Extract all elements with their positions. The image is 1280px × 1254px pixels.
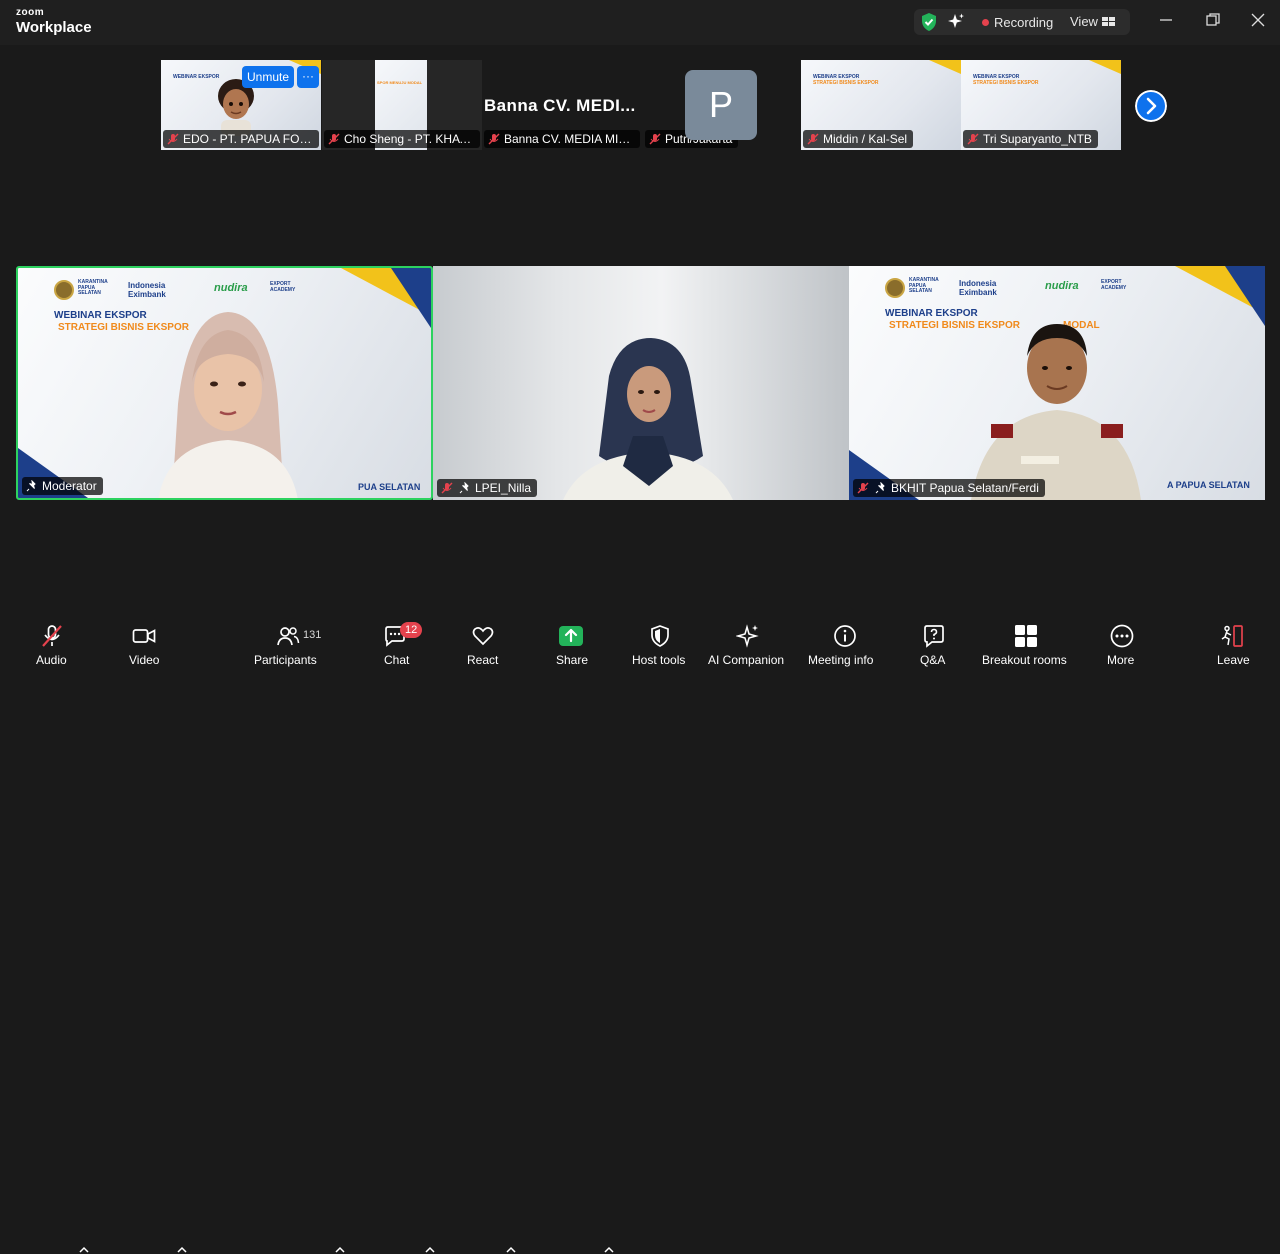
brand-small: zoom xyxy=(16,7,45,18)
title-bar: zoom Workplace Recording View xyxy=(0,0,1280,45)
react-button[interactable]: React xyxy=(462,614,506,671)
muted-mic-icon xyxy=(42,625,62,647)
participant-name: EDO - PT. PAPUA FOR... xyxy=(163,130,319,148)
pin-icon xyxy=(459,482,469,494)
share-label: Share xyxy=(556,653,589,667)
view-button[interactable]: View xyxy=(1070,14,1098,29)
audio-button[interactable]: Audio xyxy=(30,614,74,671)
webinar-title: WEBINAR EKSPOR xyxy=(54,310,147,321)
muted-mic-icon xyxy=(441,482,453,494)
grid-view-icon[interactable] xyxy=(1102,17,1115,27)
participant-video xyxy=(158,312,298,498)
ai-companion-sparkle-icon[interactable] xyxy=(946,12,966,32)
participant-name: LPEI_Nilla xyxy=(437,479,538,497)
muted-mic-icon xyxy=(807,133,819,145)
meeting-info-label: Meeting info xyxy=(808,653,874,667)
participant-video xyxy=(563,338,733,500)
minimize-icon[interactable] xyxy=(1158,12,1174,28)
video-tile[interactable]: LPEI_Nilla xyxy=(433,266,849,500)
qa-label: Q&A xyxy=(920,653,946,667)
participant-thumbnail[interactable]: WEBINAR EKSPOR STRATEGI BISNIS EKSPOR Mi… xyxy=(801,60,961,150)
participant-video xyxy=(971,324,1141,500)
ai-companion-label: AI Companion xyxy=(708,653,785,667)
recording-dot-icon xyxy=(982,19,989,26)
unmute-button[interactable]: Unmute xyxy=(242,66,294,88)
brand-large: Workplace xyxy=(16,19,92,36)
share-screen-icon xyxy=(559,626,583,646)
qa-icon xyxy=(924,625,944,648)
video-camera-icon xyxy=(132,629,156,643)
heart-icon xyxy=(472,627,494,646)
chat-button[interactable]: 12 Chat xyxy=(380,614,424,671)
muted-mic-icon xyxy=(967,133,979,145)
qa-button[interactable]: Q&A xyxy=(912,614,956,671)
info-icon xyxy=(834,625,856,647)
meeting-status-pill: Recording View xyxy=(914,9,1130,35)
audio-label: Audio xyxy=(36,653,67,667)
participant-name: Middin / Kal-Sel xyxy=(803,130,914,148)
participant-name: BKHIT Papua Selatan/Ferdi xyxy=(853,479,1045,497)
audio-options-chevron-up-icon[interactable] xyxy=(79,1246,89,1254)
participant-name: Tri Suparyanto_NTB xyxy=(963,130,1098,148)
react-options-chevron-up-icon[interactable] xyxy=(506,1246,516,1254)
participant-thumbnail[interactable]: WEBINAR EKSPOR STRATEGI BISNIS EKSPOR Tr… xyxy=(961,60,1121,150)
participant-display-name: Banna CV. MEDI... xyxy=(484,96,636,115)
host-tools-label: Host tools xyxy=(632,653,686,667)
share-button[interactable]: Share xyxy=(550,614,594,671)
leave-door-icon xyxy=(1221,625,1243,647)
participants-icon xyxy=(277,627,300,646)
leave-label: Leave xyxy=(1217,653,1250,667)
video-tile[interactable]: KARANTINA PAPUA SELATAN Indonesia Eximbank … xyxy=(849,266,1265,500)
pin-icon xyxy=(26,480,36,492)
participants-count: 131 xyxy=(303,629,322,641)
ai-sparkle-icon xyxy=(736,624,759,648)
restore-icon[interactable] xyxy=(1205,12,1221,28)
security-shield-icon[interactable] xyxy=(920,12,938,32)
chat-unread-badge: 12 xyxy=(400,622,423,638)
chat-options-chevron-up-icon[interactable] xyxy=(425,1246,435,1254)
next-page-button[interactable] xyxy=(1135,90,1167,122)
participant-thumbnail[interactable]: SPOR MENUJU MODAL Cho Sheng - PT. KHAT..… xyxy=(322,60,482,150)
meeting-toolbar: Audio Video 131 Participants 12 Chat Rea… xyxy=(0,614,1280,1253)
leave-button[interactable]: Leave xyxy=(1212,614,1256,671)
participants-label: Participants xyxy=(254,653,317,667)
breakout-rooms-icon xyxy=(1015,625,1037,647)
more-button[interactable]: More xyxy=(1100,614,1144,671)
participants-button[interactable]: 131 Participants xyxy=(252,614,326,671)
muted-mic-icon xyxy=(167,133,179,145)
shield-icon xyxy=(651,625,669,647)
video-button[interactable]: Video xyxy=(124,614,168,671)
participant-name: Moderator xyxy=(22,477,103,495)
breakout-rooms-button[interactable]: Breakout rooms xyxy=(980,614,1074,671)
more-label: More xyxy=(1107,653,1135,667)
participants-options-chevron-up-icon[interactable] xyxy=(335,1246,345,1254)
karantina-logo xyxy=(54,280,74,300)
muted-mic-icon xyxy=(649,133,661,145)
share-options-chevron-up-icon[interactable] xyxy=(604,1246,614,1254)
more-dots-icon xyxy=(1110,624,1134,648)
video-tile-active-speaker[interactable]: KARANTINA PAPUA SELATAN Indonesia Eximbank … xyxy=(16,266,433,500)
react-label: React xyxy=(467,653,499,667)
pin-icon xyxy=(875,482,885,494)
app-logo: zoom Workplace xyxy=(16,7,92,36)
chat-label: Chat xyxy=(384,653,410,667)
karantina-logo xyxy=(885,278,905,298)
recording-status[interactable]: Recording xyxy=(994,15,1053,30)
host-tools-button[interactable]: Host tools xyxy=(628,614,692,671)
muted-mic-icon xyxy=(328,133,340,145)
meeting-info-button[interactable]: Meeting info xyxy=(806,614,886,671)
ai-companion-button[interactable]: AI Companion xyxy=(706,614,792,671)
video-options-chevron-up-icon[interactable] xyxy=(177,1246,187,1254)
participant-name: Banna CV. MEDIA MIT... xyxy=(484,130,640,148)
avatar: P xyxy=(685,70,757,140)
close-icon[interactable] xyxy=(1250,12,1266,28)
participant-name: Cho Sheng - PT. KHAT... xyxy=(324,130,480,148)
video-label: Video xyxy=(129,653,160,667)
muted-mic-icon xyxy=(857,482,869,494)
muted-mic-icon xyxy=(488,133,500,145)
thumbnail-more-button[interactable]: ··· xyxy=(297,66,319,88)
breakout-rooms-label: Breakout rooms xyxy=(982,653,1067,667)
